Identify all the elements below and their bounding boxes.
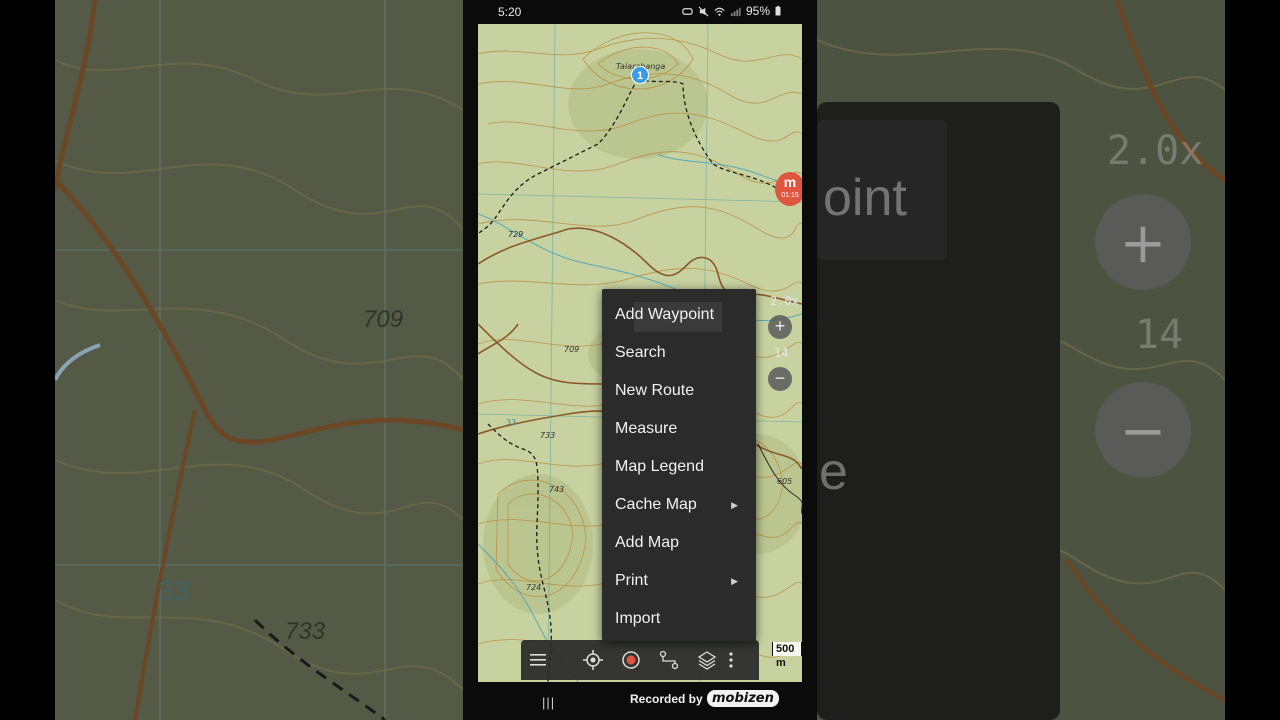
recents-button[interactable]: |||: [542, 695, 555, 710]
bg-zoom-factor: 2.0x: [1107, 128, 1204, 174]
menu-item-map-legend[interactable]: Map Legend: [602, 448, 756, 486]
mute-icon: [698, 6, 709, 16]
submenu-arrow-icon: ▶: [731, 500, 738, 510]
status-bar: 5:20 95%: [463, 0, 817, 24]
battery-percent: 95%: [745, 4, 770, 18]
bg-elevation-709: 709: [363, 306, 404, 333]
menu-item-label: Print: [615, 572, 648, 589]
menu-item-label: Import: [615, 610, 661, 627]
vr-icon: [682, 7, 693, 15]
route-icon[interactable]: [659, 648, 683, 672]
menu-item-measure[interactable]: Measure: [602, 410, 756, 448]
elevation-label-605: 605: [777, 477, 793, 486]
recorded-by-text: Recorded by: [630, 692, 703, 706]
svg-text:−: −: [1120, 399, 1167, 464]
map-context-menu: Add Waypoint Search New Route Measure Ma…: [602, 289, 756, 641]
bg-grid-33: 33: [158, 575, 190, 606]
zoom-out-button[interactable]: −: [768, 367, 792, 391]
elevation-label-709: 709: [564, 345, 580, 354]
menu-item-label: Add Waypoint: [615, 306, 715, 323]
elevation-label-733: 733: [540, 431, 556, 440]
menu-item-add-waypoint[interactable]: Add Waypoint: [602, 296, 756, 334]
elevation-label-729: 729: [508, 230, 524, 239]
menu-item-label: Measure: [615, 420, 678, 437]
blurred-map-right: + − 2.0x 14 oint e: [817, 0, 1225, 720]
menu-item-new-route[interactable]: New Route: [602, 372, 756, 410]
menu-item-print[interactable]: Print ▶: [602, 562, 756, 600]
bg-menu-fragment-2: e: [819, 443, 848, 501]
zoom-level: 14: [774, 346, 789, 360]
elevation-label-743: 743: [549, 485, 565, 494]
zoom-factor: 2.0x: [770, 294, 799, 308]
zoom-in-button[interactable]: +: [768, 315, 792, 339]
menu-item-search[interactable]: Search: [602, 334, 756, 372]
track-marker-time: 01:15: [781, 192, 799, 199]
waypoint-marker[interactable]: 1: [631, 66, 649, 84]
status-icons: 95%: [682, 4, 781, 18]
menu-item-label: Cache Map: [615, 496, 697, 513]
battery-icon: [775, 6, 781, 16]
menu-item-cache-map[interactable]: Cache Map ▶: [602, 486, 756, 524]
menu-item-label: Search: [615, 344, 666, 361]
android-navbar: ||| Recorded by mobizen: [463, 684, 817, 720]
locate-icon[interactable]: [583, 648, 607, 672]
bg-elevation-733: 733: [285, 618, 326, 645]
signal-icon: [730, 7, 741, 16]
grid-label-33: 33: [506, 418, 517, 427]
recorder-logo: mobizen: [707, 690, 779, 707]
menu-item-add-map[interactable]: Add Map: [602, 524, 756, 562]
menu-item-label: New Route: [615, 382, 695, 399]
bottom-toolbar: [521, 640, 759, 680]
bg-menu-fragment: oint: [823, 169, 907, 227]
menu-item-import[interactable]: Import: [602, 600, 756, 638]
wifi-icon: [714, 7, 725, 16]
minus-icon: −: [774, 368, 786, 388]
record-icon[interactable]: [621, 648, 645, 672]
menu-item-label: Map Legend: [615, 458, 704, 475]
submenu-arrow-icon: ▶: [731, 576, 738, 586]
plus-icon: +: [774, 316, 786, 336]
more-icon[interactable]: [729, 648, 741, 672]
track-marker[interactable]: m 01:15: [775, 172, 802, 206]
scale-bar: 500 m: [772, 642, 802, 669]
svg-text:+: +: [1120, 211, 1167, 276]
bg-zoom-level: 14: [1135, 312, 1184, 358]
blurred-map-left: 709 733 33: [55, 0, 463, 720]
layers-icon[interactable]: [697, 648, 721, 672]
menu-item-label: Add Map: [615, 534, 680, 551]
hiker-icon: m: [783, 174, 797, 190]
menu-icon[interactable]: [530, 648, 554, 672]
status-time: 5:20: [498, 5, 522, 19]
elevation-label-724: 724: [526, 583, 542, 592]
